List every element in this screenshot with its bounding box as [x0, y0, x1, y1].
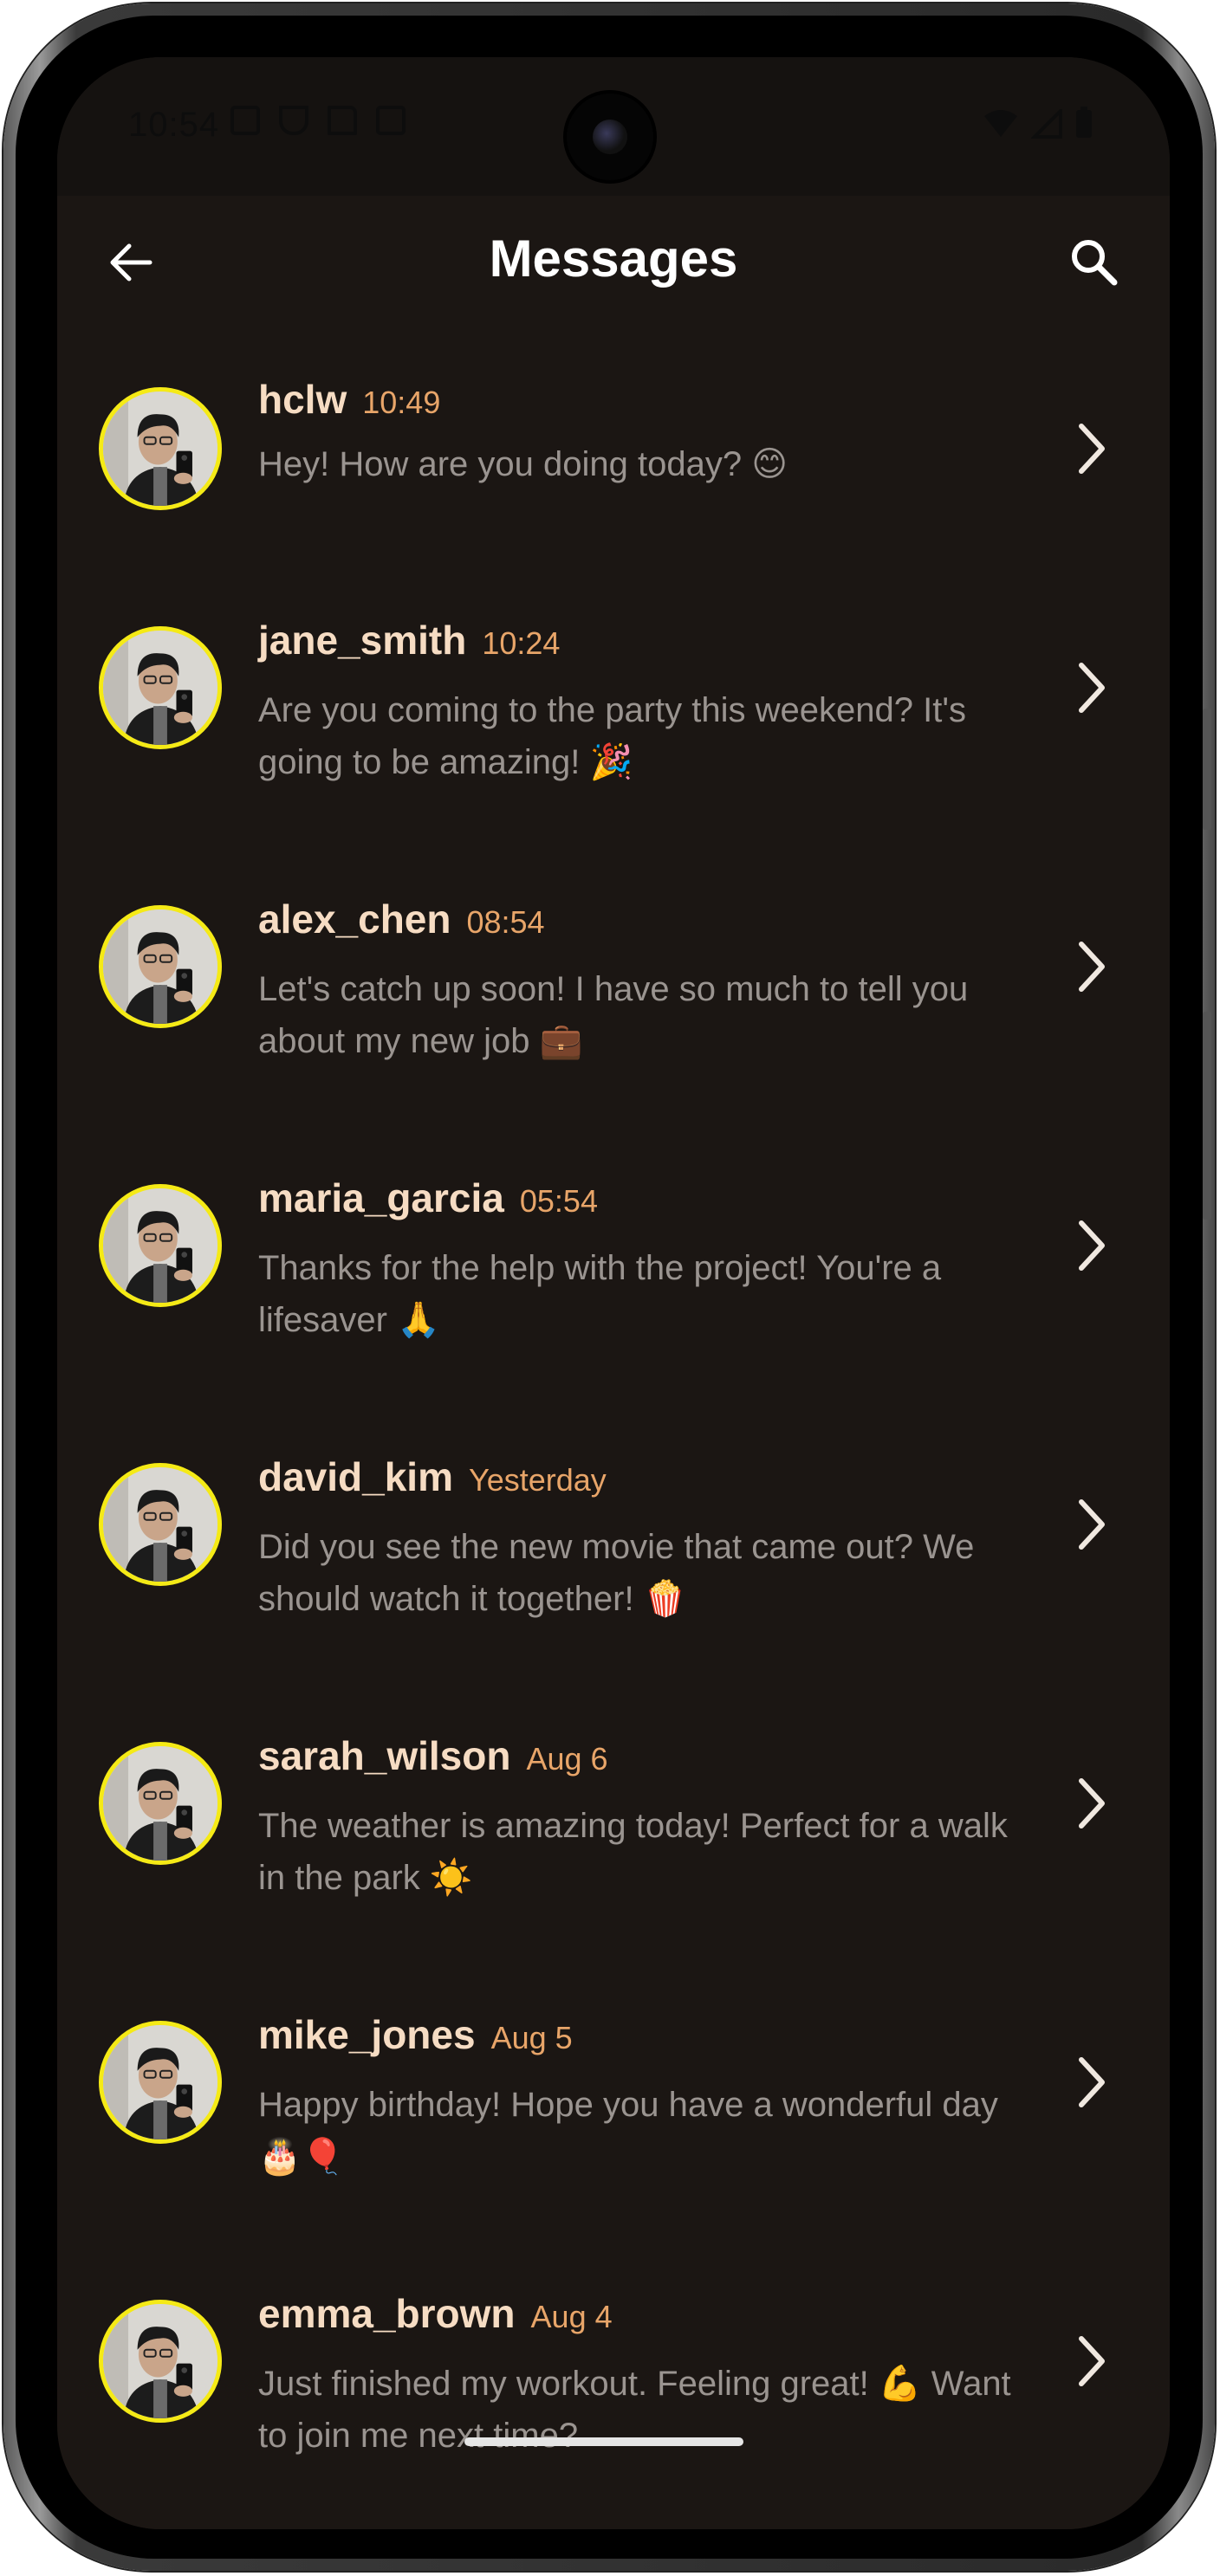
- username: david_kim: [258, 1454, 453, 1499]
- battery-icon: [1076, 107, 1092, 138]
- avatar-photo: [103, 631, 217, 745]
- message-preview: Did you see the new movie that came out?…: [258, 1528, 975, 1618]
- open-chat-button[interactable]: [1066, 1211, 1118, 1280]
- phone-frame: 10:54 Messages hclw 10:49 Hey! How are y…: [3, 3, 1215, 2571]
- search-icon: [1072, 240, 1118, 286]
- power-button: [1203, 1012, 1211, 1220]
- conversation-row[interactable]: sarah_wilson Aug 6 The weather is amazin…: [57, 1733, 1170, 2001]
- message-preview: The weather is amazing today! Perfect fo…: [258, 1807, 1008, 1897]
- timestamp: Aug 6: [526, 1741, 608, 1777]
- timestamp: 10:49: [362, 385, 441, 420]
- open-chat-button[interactable]: [1066, 1490, 1118, 1559]
- status-bar: 10:54: [57, 57, 1170, 196]
- avatar-photo: [103, 392, 217, 506]
- screen: 10:54 Messages hclw 10:49 Hey! How are y…: [57, 57, 1170, 2529]
- conversation-row[interactable]: mike_jones Aug 5 Happy birthday! Hope yo…: [57, 2012, 1170, 2280]
- page-title: Messages: [489, 230, 738, 288]
- conversation-row[interactable]: alex_chen 08:54 Let's catch up soon! I h…: [57, 896, 1170, 1164]
- name-line: maria_garcia 05:54: [258, 1175, 598, 1221]
- calendar-icon: [376, 106, 406, 135]
- avatar-photo: [103, 1188, 217, 1303]
- avatar[interactable]: [99, 1463, 222, 1586]
- avatar[interactable]: [99, 626, 222, 749]
- bottom-mask: [57, 2474, 1170, 2529]
- home-indicator[interactable]: [464, 2437, 743, 2446]
- volume-button: [1203, 709, 1211, 830]
- timestamp: Yesterday: [469, 1462, 607, 1498]
- avatar-photo: [103, 1467, 217, 1582]
- message-preview: Are you coming to the party this weekend…: [258, 691, 966, 781]
- timestamp: Aug 5: [490, 2020, 573, 2055]
- name-line: jane_smith 10:24: [258, 617, 560, 663]
- avatar[interactable]: [99, 905, 222, 1028]
- conversation-row[interactable]: hclw 10:49 Hey! How are you doing today?…: [57, 377, 1170, 655]
- message-preview: Happy birthday! Hope you have a wonderfu…: [258, 2086, 998, 2176]
- timestamp: Aug 4: [530, 2299, 613, 2334]
- name-line: sarah_wilson Aug 6: [258, 1732, 608, 1779]
- wifi-icon: [984, 110, 1017, 137]
- timestamp: 08:54: [466, 904, 545, 940]
- open-chat-button[interactable]: [1066, 1769, 1118, 1838]
- avatar-photo: [103, 2025, 217, 2139]
- conversation-row[interactable]: jane_smith 10:24 Are you coming to the p…: [57, 618, 1170, 885]
- cell-signal-icon: [1031, 109, 1062, 139]
- avatar-photo: [103, 1746, 217, 1861]
- search-button[interactable]: [1061, 229, 1126, 294]
- notification-icon: [230, 106, 260, 135]
- avatar[interactable]: [99, 2021, 222, 2144]
- front-camera: [567, 94, 653, 180]
- app-header: Messages: [57, 213, 1170, 308]
- username: sarah_wilson: [258, 1733, 511, 1778]
- chevron-right-icon: [1079, 942, 1105, 992]
- username: jane_smith: [258, 618, 467, 663]
- username: hclw: [258, 377, 347, 422]
- chevron-right-icon: [1079, 2057, 1105, 2107]
- username: emma_brown: [258, 2291, 516, 2336]
- chevron-right-icon: [1079, 1220, 1105, 1271]
- timestamp: 05:54: [519, 1183, 598, 1219]
- chevron-right-icon: [1079, 663, 1105, 713]
- name-line: hclw 10:49: [258, 376, 440, 423]
- status-time: 10:54: [128, 106, 220, 144]
- avatar[interactable]: [99, 1184, 222, 1307]
- chevron-right-icon: [1079, 1778, 1105, 1828]
- sd-card-icon: [328, 106, 357, 135]
- status-icons-right: [983, 106, 1093, 139]
- chevron-right-icon: [1079, 1499, 1105, 1550]
- open-chat-button[interactable]: [1066, 414, 1118, 483]
- name-line: alex_chen 08:54: [258, 896, 545, 942]
- shield-icon: [279, 106, 308, 135]
- username: mike_jones: [258, 2012, 476, 2057]
- message-preview: Let's catch up soon! I have so much to t…: [258, 970, 969, 1060]
- avatar[interactable]: [99, 2300, 222, 2423]
- avatar[interactable]: [99, 1742, 222, 1865]
- chevron-right-icon: [1079, 2336, 1105, 2386]
- username: maria_garcia: [258, 1175, 504, 1220]
- name-line: david_kim Yesterday: [258, 1453, 607, 1500]
- conversation-row[interactable]: maria_garcia 05:54 Thanks for the help w…: [57, 1175, 1170, 1443]
- open-chat-button[interactable]: [1066, 932, 1118, 1001]
- message-preview: Just finished my workout. Feeling great!…: [258, 2365, 1011, 2455]
- status-icons-left: [230, 106, 406, 135]
- avatar-photo: [103, 2304, 217, 2418]
- avatar-photo: [103, 909, 217, 1024]
- chevron-right-icon: [1079, 424, 1105, 474]
- message-preview: Hey! How are you doing today? 😊: [258, 445, 788, 483]
- open-chat-button[interactable]: [1066, 2048, 1118, 2117]
- name-line: mike_jones Aug 5: [258, 2011, 573, 2058]
- avatar[interactable]: [99, 387, 222, 510]
- username: alex_chen: [258, 896, 451, 942]
- name-line: emma_brown Aug 4: [258, 2290, 613, 2337]
- conversation-row[interactable]: david_kim Yesterday Did you see the new …: [57, 1454, 1170, 1722]
- open-chat-button[interactable]: [1066, 653, 1118, 722]
- message-preview: Thanks for the help with the project! Yo…: [258, 1249, 942, 1339]
- timestamp: 10:24: [482, 625, 561, 661]
- open-chat-button[interactable]: [1066, 2327, 1118, 2396]
